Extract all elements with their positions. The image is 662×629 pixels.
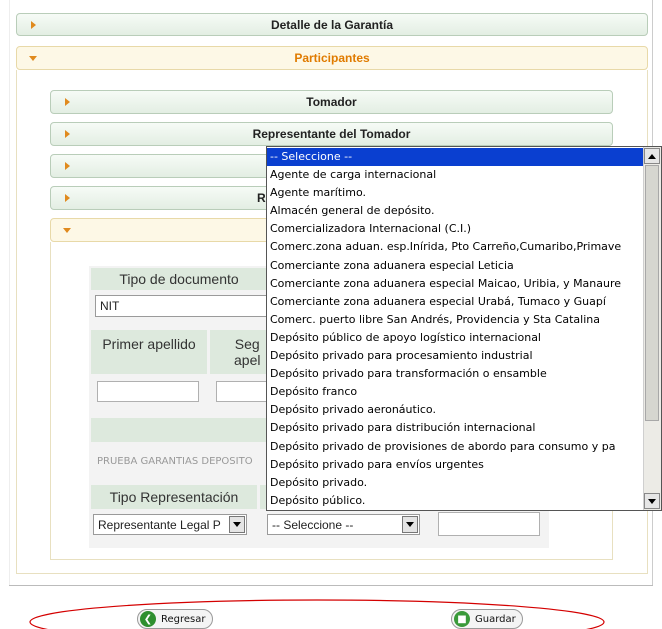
dropdown-option[interactable]: Depósito privado para transformación o e… <box>267 365 643 383</box>
dropdown-option[interactable]: Depósito privado. <box>267 474 643 492</box>
scroll-down-icon[interactable] <box>644 493 660 509</box>
dropdown-option[interactable]: -- Seleccione -- <box>267 148 643 167</box>
dropdown-option[interactable]: Almacén general de depósito. <box>267 202 643 220</box>
dropdown-option[interactable]: Agente de carga internacional <box>267 166 643 184</box>
razon-social-header <box>91 418 267 442</box>
segundo-apellido-header: Seg apel <box>210 330 267 374</box>
tipo-representacion-header: Tipo Representación <box>91 485 257 509</box>
section-title: R <box>257 191 266 205</box>
chevron-down-icon[interactable] <box>229 516 245 533</box>
save-button[interactable]: ■ Guardar <box>451 609 523 629</box>
dropdown-option[interactable]: Comerciante zona aduanera especial Letic… <box>267 257 643 275</box>
expand-arrow-icon <box>65 98 70 106</box>
dropdown-option[interactable]: Depósito privado aeronáutico. <box>267 401 643 419</box>
dropdown-option[interactable]: Comerciante zona aduanera especial Urabá… <box>267 293 643 311</box>
dropdown-option[interactable]: Depósito público. <box>267 492 643 510</box>
dropdown-options: -- Seleccione -- Agente de carga internac… <box>267 148 643 510</box>
save-icon: ■ <box>454 611 470 627</box>
collapse-arrow-icon <box>63 228 71 233</box>
dropdown-option[interactable]: Depósito privado para procesamiento indu… <box>267 347 643 365</box>
collapse-arrow-icon <box>29 56 37 61</box>
back-button[interactable]: ❮ Regresar <box>137 609 213 629</box>
expand-arrow-icon <box>65 130 70 138</box>
dropdown-scrollbar[interactable] <box>643 147 661 510</box>
chevron-down-icon[interactable] <box>402 516 418 533</box>
dropdown-option[interactable]: Comerc.zona aduan. esp.Inírida, Pto Carr… <box>267 238 643 256</box>
dropdown-option[interactable]: Depósito franco <box>267 383 643 401</box>
back-arrow-icon: ❮ <box>140 611 156 627</box>
dropdown-option[interactable]: Depósito público de apoyo logístico inte… <box>267 329 643 347</box>
dropdown-list[interactable]: -- Seleccione -- Agente de carga internac… <box>266 146 662 511</box>
second-select[interactable]: -- Seleccione -- <box>267 514 420 535</box>
segundo-apellido-input[interactable] <box>216 381 267 402</box>
tipo-documento-header: Tipo de documento <box>91 268 267 290</box>
dropdown-option[interactable]: Comerc. puerto libre San Andrés, Provide… <box>267 311 643 329</box>
section-detalle-garantia[interactable]: Detalle de la Garantía <box>16 13 648 36</box>
dropdown-option[interactable]: Agente marítimo. <box>267 184 643 202</box>
tipo-representacion-value: Representante Legal P <box>98 517 221 532</box>
section-title: Participantes <box>294 51 370 65</box>
section-title: Tomador <box>306 95 357 109</box>
expand-arrow-icon <box>65 162 70 170</box>
tipo-representacion-select[interactable]: Representante Legal P <box>93 514 247 535</box>
section-title: Representante del Tomador <box>252 127 411 141</box>
dropdown-option[interactable]: Comerciante zona aduanera especial Maica… <box>267 275 643 293</box>
tipo-documento-select[interactable]: NIT <box>95 295 267 317</box>
third-field-input[interactable] <box>438 512 540 536</box>
section-title: Detalle de la Garantía <box>270 17 394 32</box>
primer-apellido-input[interactable] <box>97 381 199 402</box>
tipo-documento-value: NIT <box>100 299 120 313</box>
dropdown-option[interactable]: Depósito privado para envíos urgentes <box>267 456 643 474</box>
dropdown-option[interactable]: Comercializadora Internacional (C.I.) <box>267 220 643 238</box>
primer-apellido-header: Primer apellido <box>91 330 207 374</box>
expand-arrow-icon <box>65 194 70 202</box>
second-select-value: -- Seleccione -- <box>272 517 354 532</box>
section-representante-tomador[interactable]: Representante del Tomador <box>50 122 613 146</box>
dropdown-option[interactable]: Depósito privado de provisiones de abord… <box>267 438 643 456</box>
scroll-up-icon[interactable] <box>644 148 660 164</box>
section-participantes[interactable]: Participantes <box>16 46 648 70</box>
razon-social-value: PRUEBA GARANTIAS DEPOSITO <box>97 456 253 467</box>
dropdown-option[interactable]: Depósito privado para distribución inter… <box>267 419 643 437</box>
scroll-thumb[interactable] <box>645 165 659 421</box>
expand-arrow-icon <box>31 20 36 29</box>
section-tomador[interactable]: Tomador <box>50 90 613 114</box>
footer-divider <box>9 585 653 586</box>
